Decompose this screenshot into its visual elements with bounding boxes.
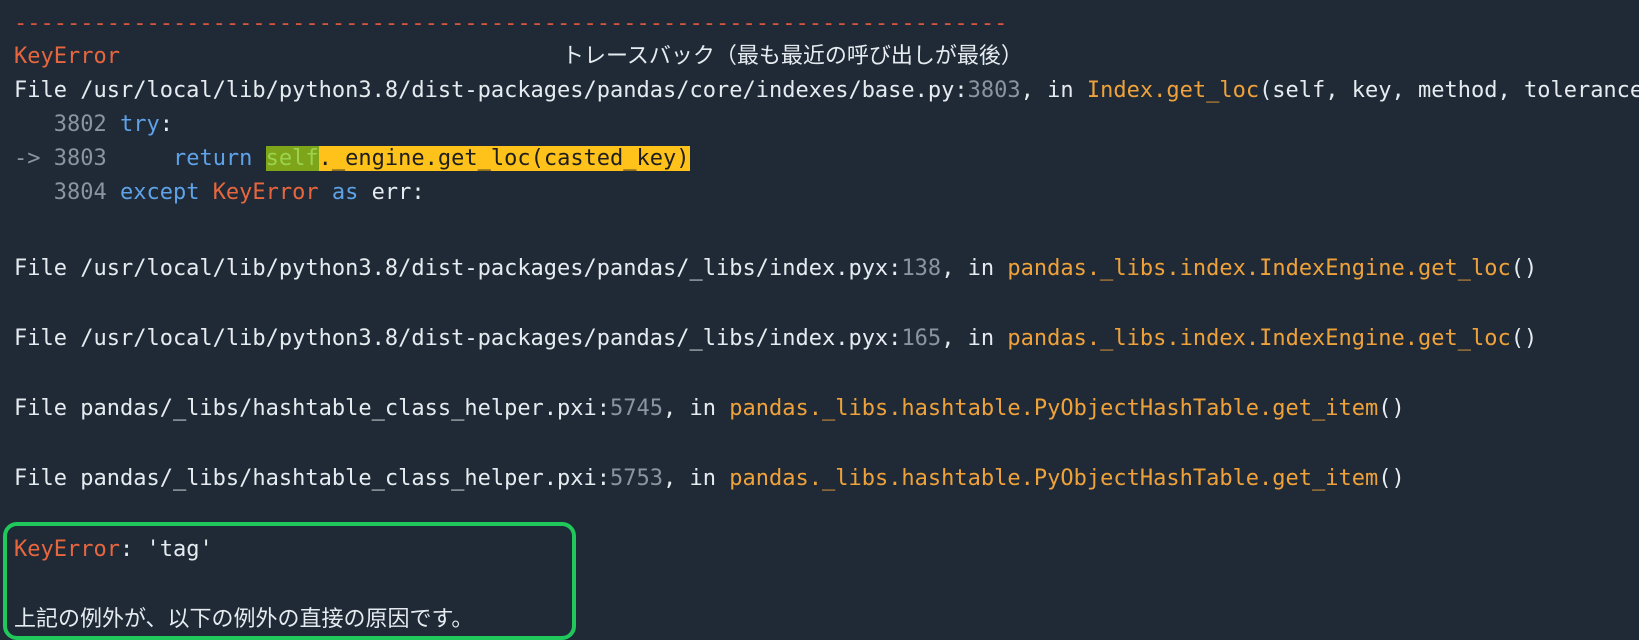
code-colon: :: [159, 112, 173, 137]
cause-note: 上記の例外が、以下の例外の直接の原因です。: [14, 607, 474, 632]
frame-args: (): [1510, 256, 1538, 281]
frame-file-path: File /usr/local/lib/python3.8/dist-packa…: [14, 326, 902, 351]
code-variable: err:: [371, 180, 425, 205]
frame-file-path: File /usr/local/lib/python3.8/dist-packa…: [14, 78, 968, 103]
frame-function: pandas._libs.index.IndexEngine.get_loc: [1007, 256, 1511, 281]
frame-function: pandas._libs.hashtable.PyObjectHashTable…: [729, 396, 1379, 421]
frame-line-number: 3803: [967, 78, 1021, 103]
code-line: 3802 try:: [14, 110, 173, 140]
traceback-frame: File /usr/local/lib/python3.8/dist-packa…: [14, 254, 1537, 284]
frame-in: , in: [941, 326, 1008, 351]
frame-in: , in: [663, 466, 730, 491]
keyword-as: as: [318, 180, 372, 205]
frame-function: pandas._libs.hashtable.PyObjectHashTable…: [729, 466, 1379, 491]
keyword-except: except: [119, 180, 213, 205]
frame-args: (): [1510, 326, 1538, 351]
frame-args: (self, key, method, tolerance): [1259, 78, 1639, 103]
code-exception-name: KeyError: [212, 180, 319, 205]
highlight-self: self: [265, 146, 319, 171]
frame-file-path: File pandas/_libs/hashtable_class_helper…: [14, 396, 611, 421]
final-error-name: KeyError: [14, 537, 120, 562]
traceback-frame: File /usr/local/lib/python3.8/dist-packa…: [14, 76, 1639, 106]
frame-line-number: 5745: [610, 396, 664, 421]
current-line-marker: -> 3803: [14, 146, 173, 171]
frame-file-path: File pandas/_libs/hashtable_class_helper…: [14, 466, 611, 491]
code-line: 3804 except KeyError as err:: [14, 178, 425, 208]
traceback-frame: File pandas/_libs/hashtable_class_helper…: [14, 394, 1405, 424]
frame-line-number: 165: [901, 326, 942, 351]
frame-args: (): [1378, 466, 1405, 491]
frame-line-number: 5753: [610, 466, 664, 491]
traceback-frame: File /usr/local/lib/python3.8/dist-packa…: [14, 324, 1537, 354]
code-line-current: -> 3803 return self._engine.get_loc(cast…: [14, 144, 690, 174]
separator-line: ----------------------------------------…: [14, 11, 1008, 36]
frame-args: (): [1378, 396, 1405, 421]
frame-function: pandas._libs.index.IndexEngine.get_loc: [1007, 326, 1511, 351]
code-line-number: 3802: [14, 112, 120, 137]
final-error-message: : 'tag': [119, 537, 213, 562]
frame-file-path: File /usr/local/lib/python3.8/dist-packa…: [14, 256, 902, 281]
traceback-header: トレースバック（最も最近の呼び出しが最後）: [562, 44, 1023, 69]
traceback-frame: File pandas/_libs/hashtable_class_helper…: [14, 464, 1405, 494]
highlight-call: ._engine.get_loc(casted_key): [318, 146, 690, 171]
keyword-try: try: [119, 112, 160, 137]
keyword-return: return: [172, 146, 266, 171]
frame-in: , in: [663, 396, 730, 421]
code-line-number: 3804: [14, 180, 120, 205]
frame-line-number: 138: [901, 256, 942, 281]
frame-in: , in: [941, 256, 1008, 281]
frame-in: , in: [1020, 78, 1087, 103]
exception-name: KeyError: [14, 44, 120, 69]
final-error-line: KeyError: 'tag': [14, 535, 213, 565]
frame-function: Index.get_loc: [1086, 78, 1260, 103]
